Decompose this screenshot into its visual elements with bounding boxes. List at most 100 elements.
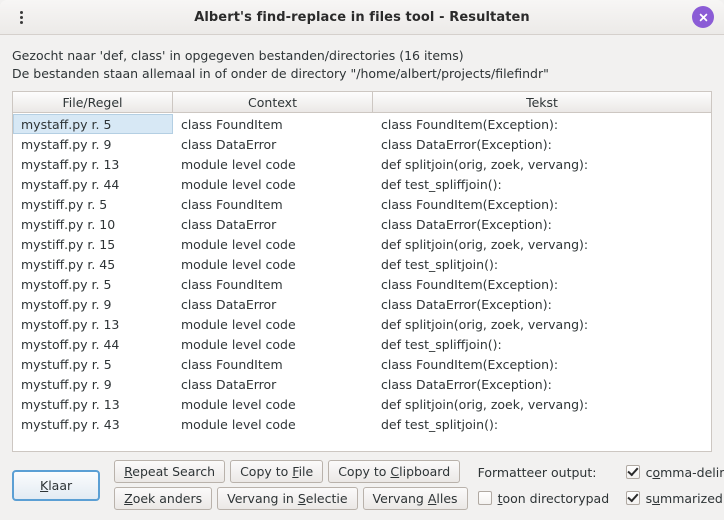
repeat-search-button[interactable]: Repeat Search [114, 460, 226, 483]
cell-file-regel: mystaff.py r. 13 [21, 156, 120, 172]
cell-context: class DataError [181, 216, 277, 232]
table-row[interactable]: mystaff.py r. 9 class DataError class Data… [13, 134, 711, 154]
cell-context: class DataError [181, 296, 277, 312]
cell-file-regel: mystiff.py r. 10 [21, 216, 116, 232]
table-row[interactable]: mystoff.py r. 44 module level code def tes… [13, 334, 711, 354]
cell-file-regel: mystuff.py r. 13 [21, 396, 120, 412]
table-row[interactable]: mystaff.py r. 5 class FoundItem class Foun… [13, 114, 711, 134]
table-row[interactable]: mystuff.py r. 5 class FoundItem class Foun… [13, 354, 711, 374]
cell-file-regel: mystoff.py r. 13 [21, 316, 120, 332]
cell-tekst: def test_spliffjoin(): [381, 176, 502, 192]
copy-to-file-button[interactable]: Copy to File [230, 460, 324, 483]
action-bar: Klaar Repeat Search Copy to File Copy to… [0, 452, 724, 520]
checkbox-icon [625, 491, 640, 505]
cell-context: module level code [181, 336, 296, 352]
cell-tekst: class FoundItem(Exception): [381, 196, 559, 212]
cell-tekst: def splitjoin(orig, zoek, vervang): [381, 316, 589, 332]
close-icon [699, 13, 707, 21]
command-buttons-row-1: Repeat Search Copy to File Copy to Clipb… [114, 460, 467, 483]
cell-context: module level code [181, 256, 296, 272]
column-header-context[interactable]: Context [173, 92, 373, 112]
search-summary-line-2: De bestanden staan allemaal in of onder … [12, 66, 549, 81]
cell-tekst: class FoundItem(Exception): [381, 356, 559, 372]
application-window: Albert's find-replace in files tool - Re… [0, 0, 724, 520]
table-row[interactable]: mystiff.py r. 15 module level code def spl… [13, 234, 711, 254]
cell-file-regel: mystuff.py r. 5 [21, 356, 112, 372]
table-row[interactable]: mystoff.py r. 9 class DataError class Data… [13, 294, 711, 314]
search-summary-line-1: Gezocht naar 'def, class' in opgegeven b… [12, 48, 464, 63]
cell-file-regel: mystuff.py r. 43 [21, 416, 120, 432]
cell-context: class FoundItem [181, 276, 283, 292]
cell-tekst: def splitjoin(orig, zoek, vervang): [381, 156, 589, 172]
window-title: Albert's find-replace in files tool - Re… [194, 9, 530, 25]
close-button[interactable] [692, 6, 714, 28]
title-bar: Albert's find-replace in files tool - Re… [0, 0, 724, 35]
cell-context: module level code [181, 236, 296, 252]
table-row[interactable]: mystoff.py r. 13 module level code def spl… [13, 314, 711, 334]
show-directorypath-label: toon directorypad [497, 490, 610, 506]
table-row[interactable]: mystaff.py r. 44 module level code def tes… [13, 174, 711, 194]
replace-all-button[interactable]: Vervang Alles [362, 487, 468, 510]
output-options-row-1: Formatteer output: comma-delimited [478, 461, 724, 483]
summarized-label: summarized [645, 490, 723, 506]
cell-tekst: class DataError(Exception): [381, 376, 552, 392]
table-row[interactable]: mystuff.py r. 13 module level code def spl… [13, 394, 711, 414]
cell-tekst: def test_spliffjoin(): [381, 336, 502, 352]
checkbox-icon [625, 465, 640, 479]
table-row[interactable]: mystuff.py r. 9 class DataError class Data… [13, 374, 711, 394]
show-directorypath-checkbox[interactable]: toon directorypad [477, 490, 626, 506]
cell-file-regel: mystoff.py r. 9 [21, 296, 112, 312]
cell-context: class DataError [181, 136, 277, 152]
table-header-row: File/Regel Context Tekst [13, 92, 711, 113]
cell-context: module level code [181, 416, 296, 432]
comma-delimited-label: comma-delimited [645, 464, 724, 480]
summarized-checkbox[interactable]: summarized [625, 490, 723, 506]
format-output-label: Formatteer output: [477, 464, 597, 480]
cell-file-regel: mystoff.py r. 5 [21, 276, 112, 292]
cell-tekst: class DataError(Exception): [381, 136, 552, 152]
table-body: mystaff.py r. 5 class FoundItem class Foun… [13, 113, 711, 451]
cell-context: class DataError [181, 376, 277, 392]
cell-tekst: def test_splitjoin(): [381, 256, 499, 272]
copy-to-clipboard-button[interactable]: Copy to Clipboard [328, 460, 461, 483]
cell-file-regel: mystaff.py r. 9 [21, 136, 112, 152]
done-button[interactable]: Klaar [12, 469, 101, 501]
cell-context: module level code [181, 176, 296, 192]
search-other-button[interactable]: Zoek anders [114, 487, 213, 510]
cell-file-regel: mystiff.py r. 5 [21, 196, 108, 212]
comma-delimited-checkbox[interactable]: comma-delimited [625, 464, 724, 480]
cell-context: class FoundItem [181, 356, 283, 372]
cell-tekst: def splitjoin(orig, zoek, vervang): [381, 396, 589, 412]
cell-file-regel: mystiff.py r. 15 [21, 236, 116, 252]
checkbox-icon [477, 491, 492, 505]
cell-tekst: class FoundItem(Exception): [381, 276, 559, 292]
table-row[interactable]: mystiff.py r. 10 class DataError class Dat… [13, 214, 711, 234]
cell-file-regel: mystaff.py r. 5 [13, 114, 173, 134]
vertical-ellipsis-icon[interactable] [12, 8, 30, 26]
cell-tekst: class DataError(Exception): [381, 216, 552, 232]
cell-tekst: class DataError(Exception): [381, 296, 552, 312]
command-buttons: Repeat Search Copy to File Copy to Clipb… [114, 460, 468, 510]
table-row[interactable]: mystiff.py r. 45 module level code def tes… [13, 254, 711, 274]
results-table: File/Regel Context Tekst mystaff.py r. 5… [12, 91, 712, 452]
table-row[interactable]: mystiff.py r. 5 class FoundItem class Foun… [13, 194, 711, 214]
cell-context: module level code [181, 316, 296, 332]
column-header-file-regel[interactable]: File/Regel [13, 92, 173, 112]
cell-tekst: def splitjoin(orig, zoek, vervang): [381, 236, 589, 252]
output-options: Formatteer output: comma-delimited toon … [468, 461, 724, 509]
table-row[interactable]: mystoff.py r. 5 class FoundItem class Foun… [13, 274, 711, 294]
column-header-tekst[interactable]: Tekst [373, 92, 711, 112]
cell-file-regel: mystoff.py r. 44 [21, 336, 120, 352]
cell-tekst: class FoundItem(Exception): [381, 116, 559, 132]
cell-context: module level code [181, 396, 296, 412]
cell-file-regel: mystaff.py r. 44 [21, 176, 120, 192]
output-options-row-2: toon directorypad summarized [477, 487, 724, 509]
search-summary: Gezocht naar 'def, class' in opgegeven b… [0, 35, 724, 91]
cell-file-regel: mystuff.py r. 9 [21, 376, 112, 392]
cell-context: class FoundItem [181, 116, 283, 132]
replace-in-selection-button[interactable]: Vervang in Selectie [217, 487, 358, 510]
cell-tekst: def test_splitjoin(): [381, 416, 499, 432]
command-buttons-row-2: Zoek anders Vervang in Selectie Vervang … [114, 487, 468, 510]
table-row[interactable]: mystuff.py r. 43 module level code def tes… [13, 414, 711, 434]
table-row[interactable]: mystaff.py r. 13 module level code def spl… [13, 154, 711, 174]
